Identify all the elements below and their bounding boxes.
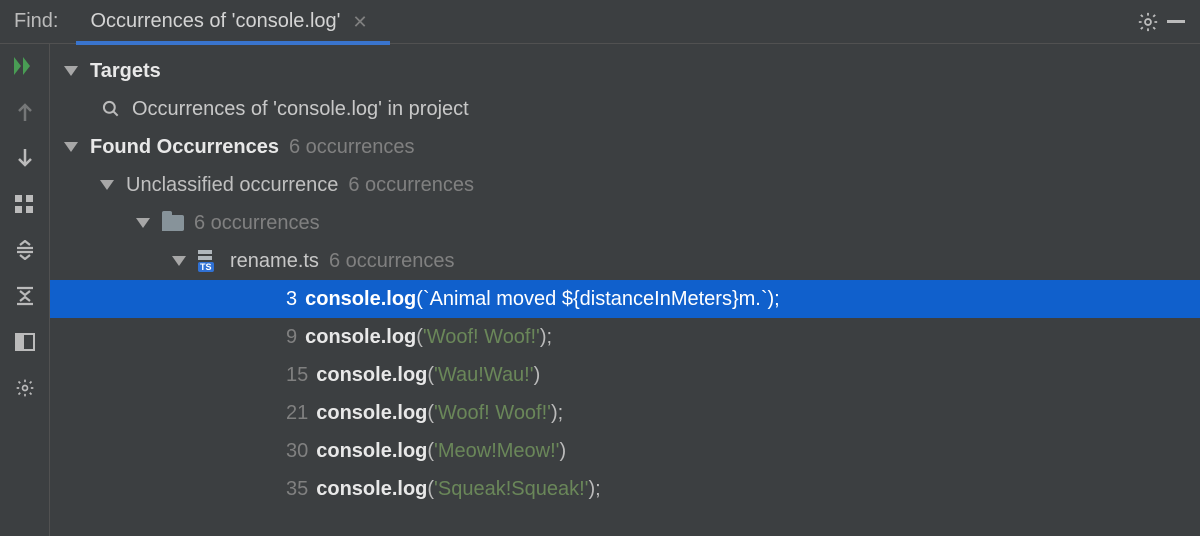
caret-down-icon	[64, 142, 78, 152]
result-row[interactable]: 15 console.log('Wau!Wau!')	[50, 356, 1200, 394]
line-number: 35	[286, 478, 308, 501]
tree-node-unclassified[interactable]: Unclassified occurrence 6 occurrences	[50, 166, 1200, 204]
find-tab-title: Occurrences of 'console.log'	[90, 10, 340, 33]
tab-underline	[76, 41, 389, 45]
code-text: );	[540, 326, 552, 349]
matched-call: console.log	[316, 440, 427, 463]
close-tab-icon[interactable]: ✕	[350, 11, 369, 33]
group-icon[interactable]	[10, 192, 40, 216]
caret-down-icon	[64, 66, 78, 76]
matched-call: console.log	[305, 288, 416, 311]
code-text: )	[560, 440, 567, 463]
code-text: );	[551, 402, 563, 425]
string-literal: 'Woof! Woof!'	[423, 326, 540, 349]
code-text: );	[588, 478, 600, 501]
gear-icon[interactable]	[1134, 8, 1162, 36]
tree-node-folder[interactable]: 6 occurrences	[50, 204, 1200, 242]
code-text: (	[427, 440, 434, 463]
code-text: (	[427, 402, 434, 425]
line-number: 9	[286, 326, 297, 349]
matched-call: console.log	[316, 364, 427, 387]
result-row[interactable]: 35 console.log('Squeak!Squeak!');	[50, 470, 1200, 508]
string-literal: 'Woof! Woof!'	[434, 402, 551, 425]
find-toolbar	[0, 44, 50, 536]
code-text: (	[427, 364, 434, 387]
caret-down-icon	[136, 218, 150, 228]
code-text: (	[416, 288, 423, 311]
result-row[interactable]: 30 console.log('Meow!Meow!')	[50, 432, 1200, 470]
folder-icon	[162, 212, 184, 234]
settings-icon[interactable]	[10, 376, 40, 400]
tree-node-file[interactable]: TS rename.ts 6 occurrences	[50, 242, 1200, 280]
result-row[interactable]: 9 console.log('Woof! Woof!');	[50, 318, 1200, 356]
arrow-up-icon[interactable]	[10, 100, 40, 124]
ts-file-icon: TS	[198, 250, 220, 272]
caret-down-icon	[172, 256, 186, 266]
arrow-down-icon[interactable]	[10, 146, 40, 170]
string-literal: 'Meow!Meow!'	[434, 440, 559, 463]
find-label: Find:	[14, 10, 76, 33]
code-text: )	[534, 364, 541, 387]
tree-node-found[interactable]: Found Occurrences 6 occurrences	[50, 128, 1200, 166]
expand-all-icon[interactable]	[10, 238, 40, 262]
result-row[interactable]: 3 console.log(`Animal moved ${distanceInM…	[50, 280, 1200, 318]
string-literal: 'Wau!Wau!'	[434, 364, 534, 387]
collapse-all-icon[interactable]	[10, 284, 40, 308]
tree-node-scope[interactable]: Occurrences of 'console.log' in project	[50, 90, 1200, 128]
results-tree: Targets Occurrences of 'console.log' in …	[50, 44, 1200, 536]
minimize-icon[interactable]	[1162, 8, 1190, 36]
find-tab[interactable]: Occurrences of 'console.log' ✕	[76, 0, 383, 44]
code-text: (	[427, 478, 434, 501]
string-literal: `Animal moved ${distanceInMeters}m.`	[423, 288, 768, 311]
caret-down-icon	[100, 180, 114, 190]
code-text: );	[768, 288, 780, 311]
preview-toggle-icon[interactable]	[10, 330, 40, 354]
search-icon	[100, 98, 122, 120]
code-text: (	[416, 326, 423, 349]
string-literal: 'Squeak!Squeak!'	[434, 478, 588, 501]
matched-call: console.log	[305, 326, 416, 349]
line-number: 15	[286, 364, 308, 387]
matched-call: console.log	[316, 402, 427, 425]
rerun-icon[interactable]	[10, 54, 40, 78]
tree-node-targets[interactable]: Targets	[50, 52, 1200, 90]
line-number: 30	[286, 440, 308, 463]
line-number: 21	[286, 402, 308, 425]
matched-call: console.log	[316, 478, 427, 501]
find-panel-header: Find: Occurrences of 'console.log' ✕	[0, 0, 1200, 44]
line-number: 3	[286, 288, 297, 311]
result-row[interactable]: 21 console.log('Woof! Woof!');	[50, 394, 1200, 432]
